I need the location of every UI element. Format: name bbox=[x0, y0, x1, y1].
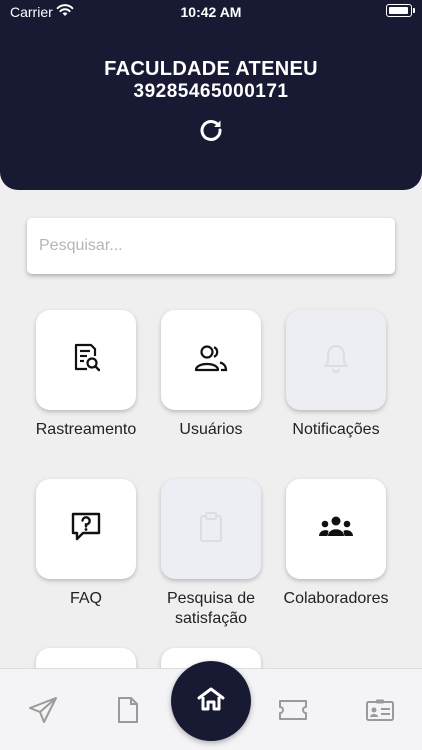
notificacoes-button[interactable] bbox=[286, 310, 386, 410]
id-card-icon bbox=[365, 698, 395, 727]
document-search-icon bbox=[70, 342, 102, 379]
question-chat-icon bbox=[69, 510, 103, 549]
refresh-icon[interactable] bbox=[198, 117, 224, 143]
search-box[interactable] bbox=[27, 218, 395, 274]
status-time: 10:42 AM bbox=[180, 4, 242, 20]
users-icon bbox=[193, 343, 229, 378]
nav-document-button[interactable] bbox=[112, 696, 144, 728]
team-icon bbox=[317, 514, 355, 545]
rastreamento-button[interactable] bbox=[36, 310, 136, 410]
colaboradores-label: Colaboradores bbox=[283, 590, 389, 607]
send-icon bbox=[28, 696, 58, 729]
ticket-icon bbox=[277, 698, 309, 727]
status-bar: Carrier 10:42 AM bbox=[0, 0, 422, 24]
app-header: Carrier 10:42 AM FACULDADE ATENEU 392854… bbox=[0, 0, 422, 190]
usuarios-button[interactable] bbox=[161, 310, 261, 410]
document-icon bbox=[117, 696, 139, 729]
nav-send-button[interactable] bbox=[27, 696, 59, 728]
home-icon bbox=[196, 686, 226, 717]
faq-button[interactable] bbox=[36, 479, 136, 579]
organization-name: FACULDADE ATENEU bbox=[104, 58, 318, 80]
colaboradores-button[interactable] bbox=[286, 479, 386, 579]
pesquisa-button[interactable] bbox=[161, 479, 261, 579]
nav-ticket-button[interactable] bbox=[277, 696, 309, 728]
search-input[interactable] bbox=[27, 218, 395, 274]
battery-icon bbox=[386, 4, 415, 17]
organization-id: 39285465000171 bbox=[133, 81, 289, 102]
nav-id-card-button[interactable] bbox=[364, 696, 396, 728]
notificacoes-label: Notificações bbox=[292, 421, 380, 438]
nav-home-button[interactable] bbox=[171, 661, 251, 741]
clipboard-icon bbox=[197, 510, 225, 549]
bell-icon bbox=[321, 342, 351, 379]
